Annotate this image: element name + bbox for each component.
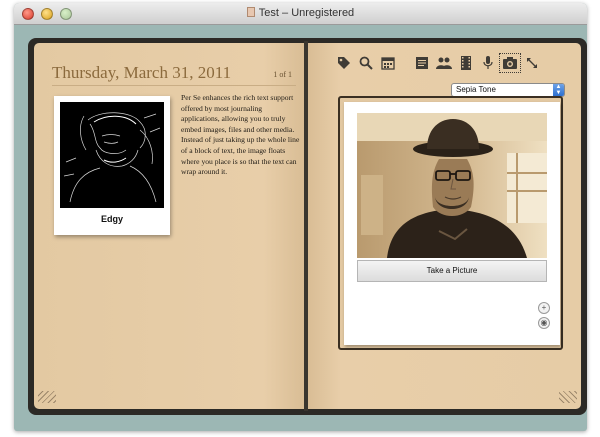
page-corner-right[interactable] (559, 391, 577, 403)
document-icon (246, 7, 255, 17)
app-window: Test – Unregistered Thursday, March 31, … (14, 3, 587, 431)
entry-date-heading: Thursday, March 31, 2011 (52, 63, 232, 82)
title-bar[interactable]: Test – Unregistered (14, 3, 587, 25)
polaroid-caption: Edgy (100, 214, 123, 224)
camera-card: Take a Picture + ◉ (344, 102, 560, 345)
search-icon[interactable] (355, 53, 377, 73)
expand-icon[interactable] (521, 53, 543, 73)
left-page: Thursday, March 31, 2011 1 of 1 Edgy Per… (34, 43, 304, 409)
entry-body-text[interactable]: Per Se enhances the rich text support of… (181, 93, 301, 178)
page-count: 1 of 1 (273, 70, 292, 79)
notes-icon[interactable] (411, 53, 433, 73)
window-title-text: Test – Unregistered (258, 7, 355, 19)
page-corner-left[interactable] (38, 391, 56, 403)
effect-filter-select[interactable]: Sepia Tone ▲ ▼ (451, 83, 565, 97)
heading-divider (52, 85, 296, 86)
edgy-photo (60, 102, 164, 208)
embedded-image-polaroid[interactable]: Edgy (54, 96, 170, 235)
tag-icon[interactable] (333, 53, 355, 73)
microphone-icon[interactable] (477, 53, 499, 73)
take-picture-button[interactable]: Take a Picture (357, 260, 547, 282)
camera-panel: Take a Picture + ◉ (338, 96, 563, 350)
journal-book: Thursday, March 31, 2011 1 of 1 Edgy Per… (28, 38, 587, 415)
film-icon[interactable] (455, 53, 477, 73)
camera-preview-photo (357, 113, 547, 258)
journal-toolbar (333, 53, 543, 73)
select-arrows-icon: ▲ ▼ (553, 84, 564, 96)
preview-eye-button[interactable]: ◉ (538, 317, 550, 329)
calendar-icon[interactable] (377, 53, 399, 73)
selected-filter-label: Sepia Tone (456, 85, 496, 94)
camera-icon[interactable] (499, 53, 521, 73)
window-title: Test – Unregistered (14, 7, 587, 19)
people-icon[interactable] (433, 53, 455, 73)
zoom-in-button[interactable]: + (538, 302, 550, 314)
